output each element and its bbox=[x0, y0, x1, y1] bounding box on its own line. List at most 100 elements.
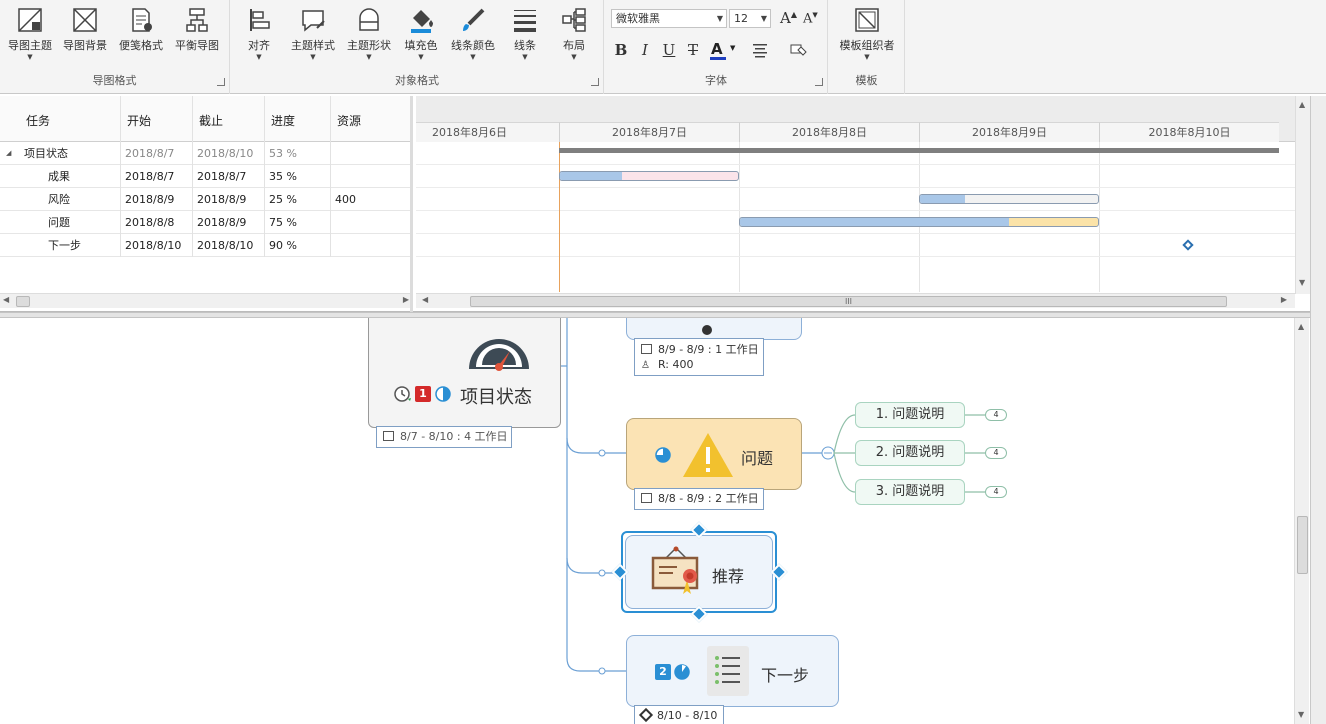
timeline-date-header: 2018年8月7日 bbox=[559, 122, 739, 142]
table-cell-progress[interactable]: 90 % bbox=[265, 234, 331, 257]
table-cell-task[interactable]: 问题 bbox=[0, 211, 121, 234]
table-cell-progress[interactable]: 75 % bbox=[265, 211, 331, 234]
dialog-launcher-icon[interactable] bbox=[815, 78, 823, 86]
table-cell-progress[interactable]: 35 % bbox=[265, 165, 331, 188]
fill-color-button[interactable]: 填充色 ▼ bbox=[393, 4, 449, 68]
table-cell-start[interactable]: 2018/8/7 bbox=[121, 142, 193, 165]
scroll-down-icon[interactable]: ▼ bbox=[1298, 710, 1304, 719]
canvas-vertical-scrollbar[interactable]: ▲ ▼ bbox=[1294, 318, 1309, 724]
subtopic-issue-1[interactable]: 1. 问题说明 bbox=[855, 402, 965, 428]
subtopic-issue-3[interactable]: 3. 问题说明 bbox=[855, 479, 965, 505]
scrollbar-thumb[interactable] bbox=[1297, 516, 1308, 574]
summary-bar[interactable] bbox=[559, 148, 1279, 153]
task-bar[interactable] bbox=[559, 171, 739, 181]
table-row[interactable]: 问题 2018/8/8 2018/8/9 75 % bbox=[0, 211, 410, 234]
topic-next-step[interactable]: 2 下一步 bbox=[626, 635, 839, 707]
strikethrough-button[interactable]: T bbox=[683, 40, 703, 60]
calendar-icon bbox=[641, 493, 652, 503]
shrink-font-button[interactable]: A▼ bbox=[803, 11, 818, 26]
scroll-up-icon[interactable]: ▲ bbox=[1299, 100, 1305, 109]
scroll-left-icon[interactable]: ◀ bbox=[422, 295, 428, 304]
dialog-launcher-icon[interactable] bbox=[217, 78, 225, 86]
column-header-progress[interactable]: 进度 bbox=[265, 96, 331, 142]
topic-recommend[interactable]: 推荐 bbox=[625, 535, 773, 609]
subtopic-issue-2[interactable]: 2. 问题说明 bbox=[855, 440, 965, 466]
layout-button[interactable]: 布局 ▼ bbox=[546, 4, 602, 68]
table-cell-task[interactable]: 下一步 bbox=[0, 234, 121, 257]
column-header-resource[interactable]: 资源 bbox=[331, 96, 410, 142]
align-button[interactable]: 对齐 ▼ bbox=[231, 4, 287, 68]
scroll-left-icon[interactable]: ◀ bbox=[3, 295, 9, 304]
font-color-button[interactable]: A ▼ bbox=[709, 40, 737, 62]
subtopic-count-badge[interactable]: 4 bbox=[985, 447, 1007, 459]
table-cell-start[interactable]: 2018/8/9 bbox=[121, 188, 193, 211]
bold-button[interactable]: B bbox=[611, 40, 631, 60]
paragraph-align-button[interactable] bbox=[751, 42, 779, 60]
table-cell-task[interactable]: ◢ 项目状态 bbox=[0, 142, 121, 165]
table-cell-start[interactable]: 2018/8/10 bbox=[121, 234, 193, 257]
table-cell-progress[interactable]: 25 % bbox=[265, 188, 331, 211]
table-cell-resource[interactable] bbox=[331, 165, 410, 188]
map-theme-button[interactable]: 导图主题 ▼ bbox=[2, 4, 58, 68]
table-cell-task[interactable]: 成果 bbox=[0, 165, 121, 188]
table-cell-task[interactable]: 风险 bbox=[0, 188, 121, 211]
table-cell-start[interactable]: 2018/8/8 bbox=[121, 211, 193, 234]
convenient-format-button[interactable]: 便笺格式 bbox=[113, 4, 169, 68]
table-horizontal-scrollbar[interactable]: ◀ ▶ bbox=[0, 293, 410, 308]
table-cell-start[interactable]: 2018/8/7 bbox=[121, 165, 193, 188]
scroll-right-icon[interactable]: ▶ bbox=[403, 295, 409, 304]
column-header-task[interactable]: 任务 bbox=[20, 96, 121, 142]
table-row[interactable]: 下一步 2018/8/10 2018/8/10 90 % bbox=[0, 234, 410, 257]
table-cell-end[interactable]: 2018/8/9 bbox=[193, 188, 265, 211]
table-cell-progress[interactable]: 53 % bbox=[265, 142, 331, 165]
column-header-start[interactable]: 开始 bbox=[121, 96, 193, 142]
scroll-right-icon[interactable]: ▶ bbox=[1281, 295, 1287, 304]
table-cell-end[interactable]: 2018/8/7 bbox=[193, 165, 265, 188]
font-name-select[interactable]: 微软雅黑 ▼ bbox=[611, 9, 727, 28]
gantt-vertical-scrollbar[interactable]: ▲ ▼ bbox=[1295, 96, 1310, 294]
table-cell-resource[interactable] bbox=[331, 234, 410, 257]
font-size-select[interactable]: 12 ▼ bbox=[729, 9, 771, 28]
timeline-horizontal-scrollbar[interactable]: ◀ III ▶ bbox=[416, 293, 1295, 308]
table-cell-end[interactable]: 2018/8/9 bbox=[193, 211, 265, 234]
table-row[interactable]: 成果 2018/8/7 2018/8/7 35 % bbox=[0, 165, 410, 188]
italic-button[interactable]: I bbox=[635, 40, 655, 60]
task-bar[interactable] bbox=[919, 194, 1099, 204]
topic-risk[interactable] bbox=[626, 318, 802, 340]
subtopic-count-badge[interactable]: 4 bbox=[985, 409, 1007, 421]
line-color-button[interactable]: 线条颜色 ▼ bbox=[445, 4, 501, 68]
clear-format-button[interactable] bbox=[789, 42, 811, 60]
scroll-up-icon[interactable]: ▲ bbox=[1298, 322, 1304, 331]
balance-map-button[interactable]: 平衡导图 bbox=[169, 4, 225, 68]
topic-shape-icon bbox=[359, 8, 379, 31]
scrollbar-thumb[interactable]: III bbox=[470, 296, 1227, 307]
scrollbar-thumb[interactable] bbox=[16, 296, 30, 307]
table-cell-end[interactable]: 2018/8/10 bbox=[193, 142, 265, 165]
template-organizer-button[interactable]: 模板组织者 ▼ bbox=[837, 4, 897, 68]
table-row[interactable]: 风险 2018/8/9 2018/8/9 25 % 400 bbox=[0, 188, 410, 211]
column-header-end[interactable]: 截止 bbox=[193, 96, 265, 142]
table-cell-resource[interactable] bbox=[331, 211, 410, 234]
topic-style-label: 主题样式 bbox=[291, 39, 335, 52]
table-row[interactable]: ◢ 项目状态 2018/8/7 2018/8/10 53 % bbox=[0, 142, 410, 165]
template-organizer-icon bbox=[855, 8, 879, 32]
collapse-icon[interactable]: ◢ bbox=[6, 142, 11, 165]
subtopic-count-badge[interactable]: 4 bbox=[985, 486, 1007, 498]
chevron-down-icon: ▼ bbox=[27, 53, 33, 61]
table-cell-end[interactable]: 2018/8/10 bbox=[193, 234, 265, 257]
map-background-button[interactable]: 导图背景 bbox=[57, 4, 113, 68]
task-bar[interactable] bbox=[739, 217, 1099, 227]
mindmap-canvas[interactable]: 8/9 - 8/9 : 1 工作日 ♙ R: 400 1 项目状态 8/7 - 8… bbox=[0, 318, 1310, 724]
topic-style-button[interactable]: 主题样式 ▼ bbox=[285, 4, 341, 68]
table-cell-resource[interactable] bbox=[331, 142, 410, 165]
topic-shape-button[interactable]: 主题形状 ▼ bbox=[341, 4, 397, 68]
table-cell-resource[interactable]: 400 bbox=[331, 188, 410, 211]
side-panel-strip[interactable] bbox=[1310, 96, 1326, 724]
topic-issue[interactable]: 问题 bbox=[626, 418, 802, 490]
lines-button[interactable]: 线条 ▼ bbox=[497, 4, 553, 68]
grow-font-button[interactable]: A▲ bbox=[780, 9, 797, 27]
scroll-down-icon[interactable]: ▼ bbox=[1299, 278, 1305, 287]
central-topic[interactable]: 1 项目状态 bbox=[368, 318, 561, 428]
underline-button[interactable]: U bbox=[659, 40, 679, 60]
dialog-launcher-icon[interactable] bbox=[591, 78, 599, 86]
